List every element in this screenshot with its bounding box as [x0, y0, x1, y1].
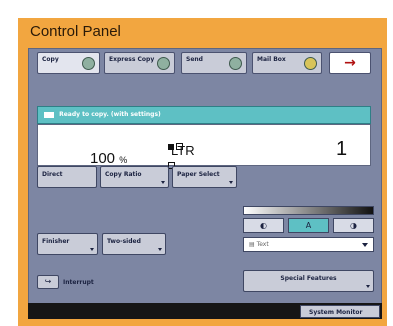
copy-settings-display [37, 124, 371, 166]
darker-icon: ◑ [350, 221, 357, 230]
chevron-down-icon [366, 285, 370, 288]
chevron-down-icon [229, 181, 233, 184]
tab-express-copy[interactable]: Express Copy [104, 52, 175, 74]
paper-size-value: LTR [171, 143, 195, 158]
next-tab-button[interactable]: → [329, 52, 371, 74]
copy-icon [82, 57, 95, 70]
tab-send-label: Send [186, 56, 203, 63]
paper-select-button-label: Paper Select [177, 171, 220, 178]
copy-ratio-button-label: Copy Ratio [105, 171, 142, 178]
mailbox-icon [304, 57, 317, 70]
copier-status-icon [44, 111, 54, 118]
tab-mail-box-label: Mail Box [257, 56, 286, 63]
status-message: Ready to copy. (with settings) [59, 111, 161, 118]
express-copy-icon [157, 57, 170, 70]
frame-title: Control Panel [30, 23, 121, 40]
copy-ratio-number: 100 [90, 150, 116, 167]
lighter-button[interactable]: ◐ [243, 218, 284, 233]
system-monitor-label: System Monitor [309, 309, 363, 316]
copy-ratio-unit: % [119, 155, 128, 165]
status-bar: Ready to copy. (with settings) [37, 106, 371, 124]
document-icon: ▤ [249, 241, 257, 248]
two-sided-button-label: Two-sided [107, 238, 141, 245]
tab-express-copy-label: Express Copy [109, 56, 155, 63]
direct-button[interactable]: Direct [37, 166, 97, 188]
image-type-value: Text [256, 241, 269, 248]
direct-button-label: Direct [42, 171, 63, 178]
chevron-down-icon [161, 181, 165, 184]
tab-mail-box[interactable]: Mail Box [252, 52, 322, 74]
system-monitor-button[interactable]: System Monitor [300, 305, 380, 318]
copy-quantity: 1 [336, 138, 348, 160]
chevron-down-icon [90, 248, 94, 251]
copy-ratio-value: 100 % [90, 150, 127, 167]
next-arrow-icon: → [344, 55, 356, 71]
finisher-button-label: Finisher [42, 238, 70, 245]
image-type-select[interactable]: ▤ Text [243, 237, 374, 252]
send-icon [229, 57, 242, 70]
auto-exposure-button[interactable]: A [288, 218, 329, 233]
darker-button[interactable]: ◑ [333, 218, 374, 233]
tab-send[interactable]: Send [181, 52, 247, 74]
two-sided-button[interactable]: Two-sided [102, 233, 166, 255]
interrupt-label: Interrupt [63, 279, 94, 286]
tab-copy-label: Copy [42, 56, 59, 63]
tab-copy[interactable]: Copy [37, 52, 100, 74]
special-features-button[interactable]: Special Features [243, 270, 374, 292]
special-features-label: Special Features [280, 275, 337, 282]
exposure-density-bar [243, 206, 374, 215]
dropdown-arrow-icon [362, 243, 368, 247]
auto-exposure-label: A [305, 221, 312, 230]
paper-select-button[interactable]: Paper Select [172, 166, 237, 188]
interrupt-icon: ↪ [44, 277, 52, 286]
lighter-icon: ◐ [260, 221, 267, 230]
copy-ratio-button[interactable]: Copy Ratio [100, 166, 169, 188]
chevron-down-icon [158, 248, 162, 251]
interrupt-button[interactable]: ↪ [37, 275, 59, 289]
finisher-button[interactable]: Finisher [37, 233, 98, 255]
